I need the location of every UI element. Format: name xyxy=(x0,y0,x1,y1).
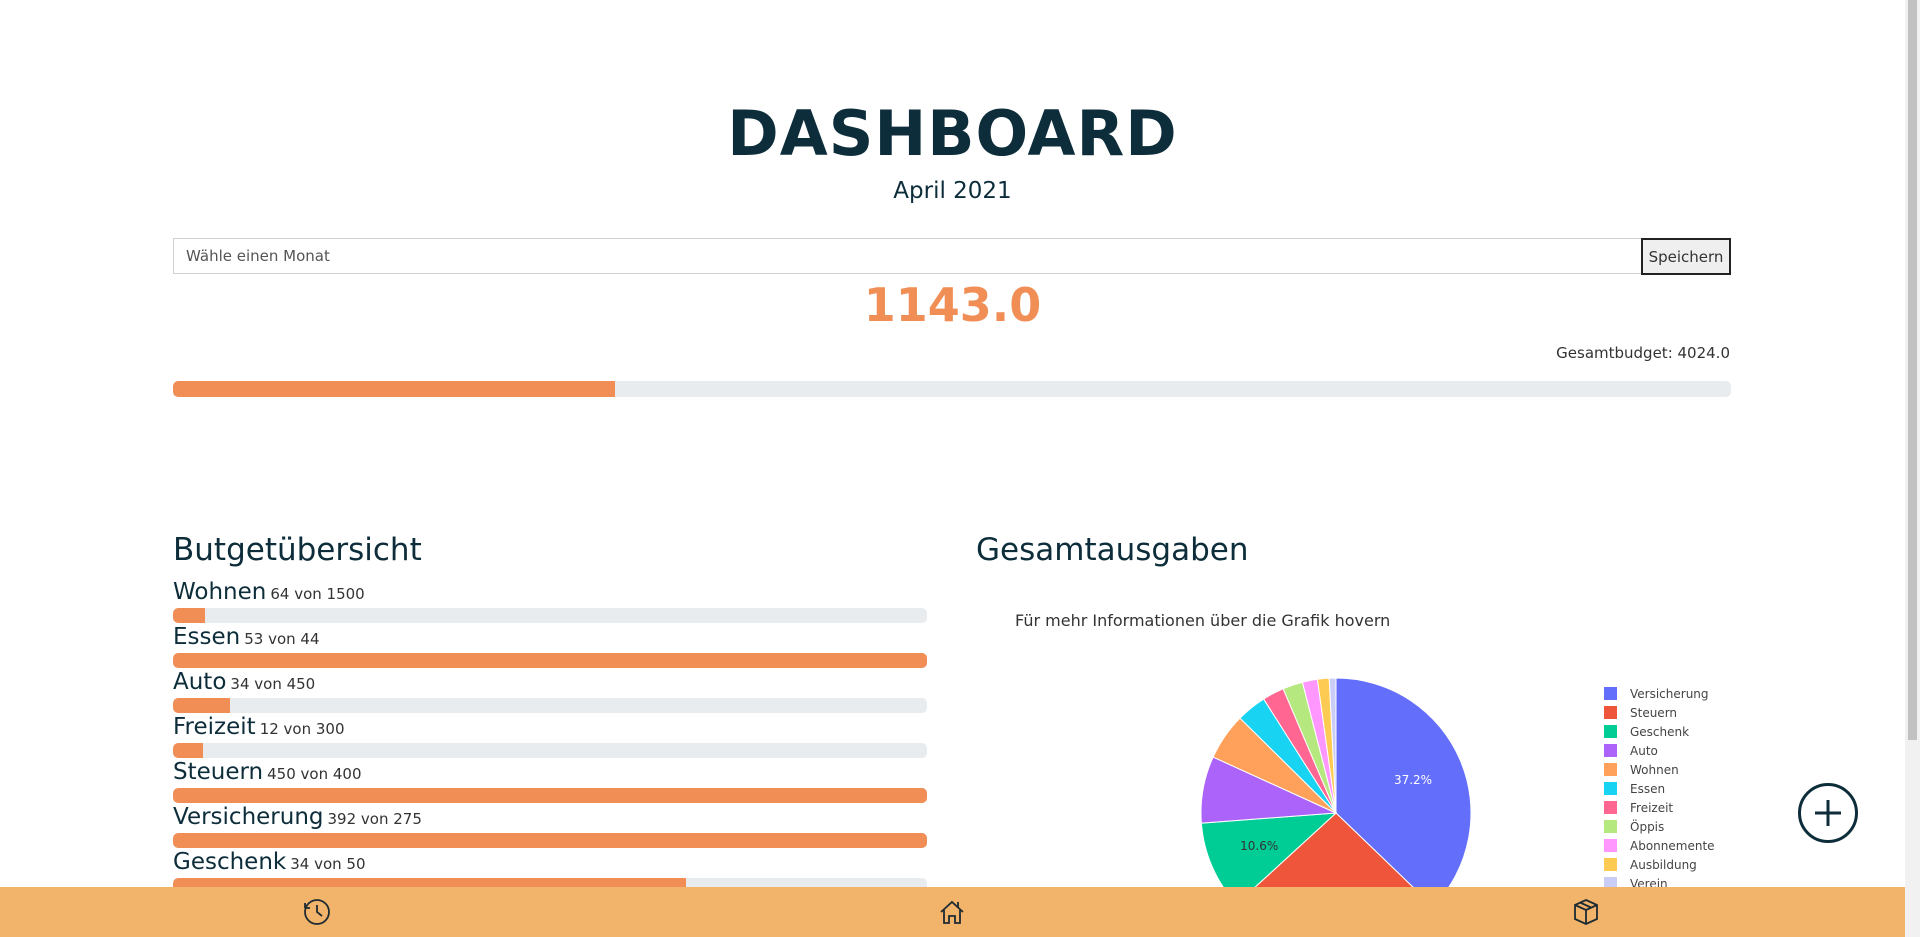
page-scrollbar[interactable] xyxy=(1905,0,1920,937)
legend-item[interactable]: Öppis xyxy=(1604,817,1715,836)
budget-progress-bar xyxy=(173,788,927,803)
budget-category-name: Auto xyxy=(173,669,227,695)
save-button[interactable]: Speichern xyxy=(1641,238,1731,275)
budget-progress-bar xyxy=(173,608,927,623)
budget-category-name: Essen xyxy=(173,624,241,650)
budget-category-detail: 64 von 1500 xyxy=(270,585,365,603)
legend-label: Ausbildung xyxy=(1630,857,1697,872)
budget-progress-fill xyxy=(173,608,206,623)
legend-label: Steuern xyxy=(1630,705,1678,720)
total-progress-fill xyxy=(173,381,616,397)
budget-category-detail: 53 von 44 xyxy=(244,630,320,648)
budget-list: Wohnen 64 von 1500 Essen 53 von 44 Auto 34 vo… xyxy=(173,578,927,893)
legend-item[interactable]: Essen xyxy=(1604,779,1715,798)
legend-swatch xyxy=(1604,706,1617,719)
expenses-title: Gesamtausgaben xyxy=(976,532,1249,568)
legend-swatch xyxy=(1604,839,1617,852)
page-title: DASHBOARD xyxy=(727,97,1178,170)
budget-row: Wohnen 64 von 1500 xyxy=(173,578,927,623)
scroll-thumb[interactable] xyxy=(1908,0,1917,740)
box-icon[interactable] xyxy=(1571,897,1601,927)
budget-category-detail: 392 von 275 xyxy=(327,810,422,828)
legend-item[interactable]: Auto xyxy=(1604,741,1715,760)
legend-swatch xyxy=(1604,763,1617,776)
budget-progress-bar xyxy=(173,833,927,848)
legend-label: Versicherung xyxy=(1630,686,1709,701)
legend-label: Auto xyxy=(1630,743,1658,758)
legend-item[interactable]: Wohnen xyxy=(1604,760,1715,779)
month-input[interactable] xyxy=(173,238,1641,274)
legend-swatch xyxy=(1604,687,1617,700)
budget-progress-fill xyxy=(173,743,204,758)
legend-item[interactable]: Geschenk xyxy=(1604,722,1715,741)
budget-category-name: Wohnen xyxy=(173,579,267,605)
budget-category-name: Steuern xyxy=(173,759,264,785)
budget-progress-fill xyxy=(173,698,231,713)
legend-label: Geschenk xyxy=(1630,724,1690,739)
legend-swatch xyxy=(1604,744,1617,757)
budget-category-detail: 34 von 50 xyxy=(290,855,366,873)
selected-month: April 2021 xyxy=(893,178,1012,204)
legend-item[interactable]: Freizeit xyxy=(1604,798,1715,817)
budget-category-detail: 450 von 400 xyxy=(267,765,362,783)
spent-amount: 1143.0 xyxy=(863,278,1042,332)
budget-category-name: Geschenk xyxy=(173,849,287,875)
chart-hint: Für mehr Informationen über die Grafik h… xyxy=(1015,611,1391,630)
legend-label: Freizeit xyxy=(1630,800,1674,815)
budget-category-name: Versicherung xyxy=(173,804,324,830)
pie-slice-label: 37.2% xyxy=(1394,773,1432,787)
budget-progress-bar xyxy=(173,743,927,758)
budget-row: Essen 53 von 44 xyxy=(173,623,927,668)
budget-category-name: Freizeit xyxy=(173,714,256,740)
legend-label: Abonnemente xyxy=(1630,838,1715,853)
budget-progress-fill xyxy=(173,833,927,848)
budget-category-detail: 34 von 450 xyxy=(230,675,316,693)
legend-swatch xyxy=(1604,820,1617,833)
legend-swatch xyxy=(1604,858,1617,871)
budget-progress-fill xyxy=(173,788,927,803)
budget-row: Versicherung 392 von 275 xyxy=(173,803,927,848)
total-budget: Gesamtbudget: 4024.0 xyxy=(1556,344,1730,362)
budget-progress-bar xyxy=(173,653,927,668)
budget-row: Steuern 450 von 400 xyxy=(173,758,927,803)
legend-item[interactable]: Versicherung xyxy=(1604,684,1715,703)
legend-label: Wohnen xyxy=(1630,762,1679,777)
add-expense-button[interactable] xyxy=(1798,783,1858,843)
total-progress-bar xyxy=(173,381,1731,397)
budget-overview-title: Butgetübersicht xyxy=(173,532,422,568)
legend-swatch xyxy=(1604,782,1617,795)
history-icon[interactable] xyxy=(302,897,332,927)
legend-item[interactable]: Steuern xyxy=(1604,703,1715,722)
home-icon[interactable] xyxy=(937,897,967,927)
budget-row: Auto 34 von 450 xyxy=(173,668,927,713)
budget-progress-bar xyxy=(173,698,927,713)
legend-label: Essen xyxy=(1630,781,1666,796)
chart-legend: Versicherung Steuern Geschenk Auto Wohnen Ess… xyxy=(1604,684,1715,893)
budget-row: Freizeit 12 von 300 xyxy=(173,713,927,758)
legend-item[interactable]: Ausbildung xyxy=(1604,855,1715,874)
budget-progress-fill xyxy=(173,653,927,668)
budget-category-detail: 12 von 300 xyxy=(259,720,345,738)
legend-swatch xyxy=(1604,801,1617,814)
legend-label: Öppis xyxy=(1630,819,1665,834)
expenses-pie-chart[interactable]: 37.2%26%10.6% xyxy=(1190,660,1510,887)
legend-swatch xyxy=(1604,725,1617,738)
pie-slice-label: 10.6% xyxy=(1240,839,1278,853)
plus-icon xyxy=(1815,800,1841,826)
bottom-nav xyxy=(0,887,1905,937)
legend-item[interactable]: Abonnemente xyxy=(1604,836,1715,855)
